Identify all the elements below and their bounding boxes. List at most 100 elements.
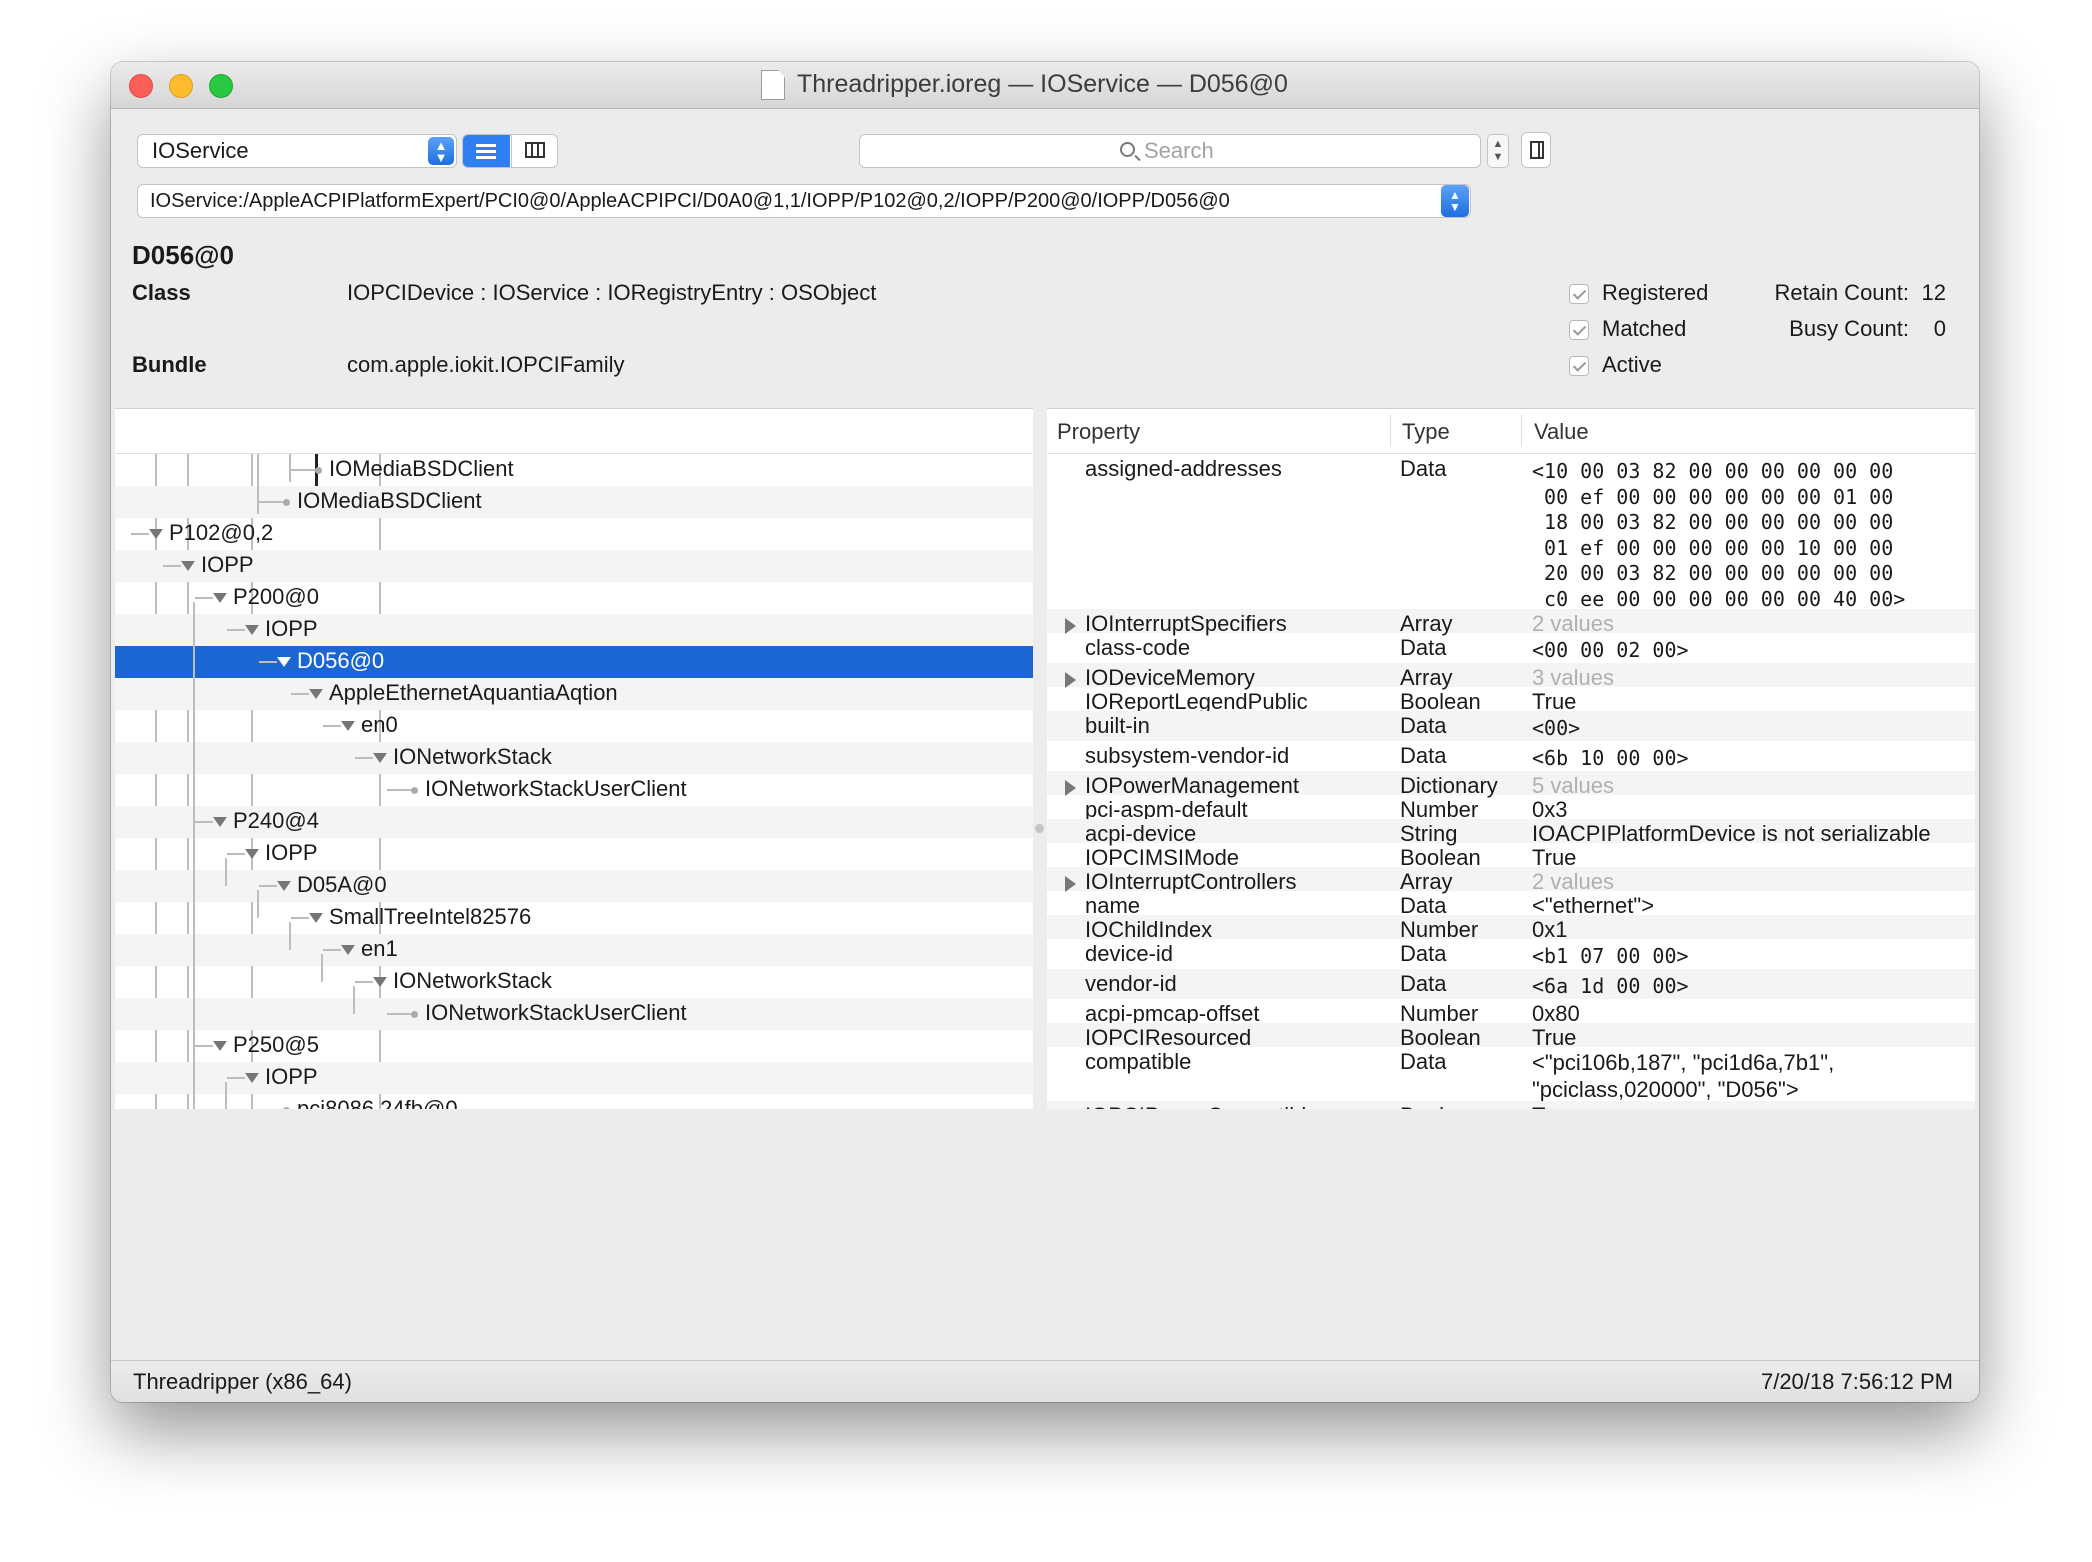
property-row[interactable]: subsystem-vendor-id Data <6b 10 00 00> xyxy=(1047,741,1975,771)
inspector-toggle-button[interactable] xyxy=(1521,132,1551,168)
tree-row[interactable]: SmallTreeIntel82576 xyxy=(115,902,1033,934)
tree-row[interactable]: pci8086,24fb@0 xyxy=(115,1094,1033,1109)
property-row[interactable]: built-in Data <00> xyxy=(1047,711,1975,741)
property-row[interactable]: class-code Data <00 00 02 00> xyxy=(1047,633,1975,663)
disclosure-triangle-icon[interactable] xyxy=(149,529,163,539)
matched-checkbox[interactable] xyxy=(1569,320,1589,340)
property-row[interactable]: acpi-device String IOACPIPlatformDevice is… xyxy=(1047,819,1975,846)
zoom-button[interactable] xyxy=(209,74,233,98)
tree-row[interactable]: IONetworkStackUserClient xyxy=(115,774,1033,806)
column-separator[interactable] xyxy=(1521,415,1522,447)
tree-row[interactable]: P240@4 xyxy=(115,806,1033,838)
property-name: assigned-addresses xyxy=(1085,456,1282,481)
property-type: Data xyxy=(1400,743,1447,768)
property-name: class-code xyxy=(1085,635,1191,660)
column-separator[interactable] xyxy=(1390,415,1391,447)
divider-handle-icon xyxy=(1035,824,1044,833)
tree-row[interactable]: AppleEthernetAquantiaAqtion xyxy=(115,678,1033,710)
tree-row[interactable]: P250@5 xyxy=(115,1030,1033,1062)
tree-row[interactable]: P200@0 xyxy=(115,582,1033,614)
value-column-header[interactable]: Value xyxy=(1534,419,1589,445)
disclosure-triangle-icon[interactable] xyxy=(1065,876,1076,892)
tree-row[interactable]: IOMediaBSDClient xyxy=(115,454,1033,486)
list-view-button[interactable] xyxy=(463,135,510,167)
property-row[interactable]: IOPowerManagement Dictionary 5 values xyxy=(1047,771,1975,798)
property-row[interactable]: assigned-addresses Data <10 00 03 82 00 00… xyxy=(1047,454,1975,611)
tree-row[interactable]: en1 xyxy=(115,934,1033,966)
disclosure-triangle-icon[interactable] xyxy=(277,657,291,667)
property-row[interactable]: IOInterruptControllers Array 2 values xyxy=(1047,867,1975,894)
tree-row[interactable]: IONetworkStackUserClient xyxy=(115,998,1033,1030)
split-view-divider[interactable] xyxy=(1033,408,1047,1108)
minimize-button[interactable] xyxy=(169,74,193,98)
disclosure-triangle-icon[interactable] xyxy=(341,945,355,955)
property-column-header[interactable]: Property xyxy=(1057,419,1140,445)
property-row[interactable]: IOChildIndex Number 0x1 xyxy=(1047,915,1975,942)
tree-row[interactable]: D05A@0 xyxy=(115,870,1033,902)
tree-branch-line xyxy=(225,858,227,886)
property-row[interactable]: pci-aspm-default Number 0x3 xyxy=(1047,795,1975,822)
app-window: Threadripper.ioreg — IOService — D056@0 … xyxy=(111,62,1979,1402)
disclosure-triangle-icon[interactable] xyxy=(341,721,355,731)
property-row[interactable]: compatible Data <"pci106b,187", "pci1d6a,7… xyxy=(1047,1047,1975,1102)
column-view-button[interactable] xyxy=(511,135,557,167)
disclosure-triangle-icon[interactable] xyxy=(1065,780,1076,796)
disclosure-triangle-icon[interactable] xyxy=(309,913,323,923)
property-row[interactable]: vendor-id Data <6a 1d 00 00> xyxy=(1047,969,1975,999)
disclosure-triangle-icon[interactable] xyxy=(245,1073,259,1083)
tree-row[interactable]: IONetworkStack xyxy=(115,966,1033,998)
tree-node-label: IONetworkStack xyxy=(393,744,552,769)
property-row[interactable]: IOPCIMSIMode Boolean True xyxy=(1047,843,1975,870)
tree-branch-line xyxy=(321,954,323,982)
title-bar: Threadripper.ioreg — IOService — D056@0 xyxy=(111,62,1979,109)
tree-row[interactable]: D056@0 xyxy=(115,646,1033,678)
close-button[interactable] xyxy=(129,74,153,98)
tree-row[interactable]: IOPP xyxy=(115,550,1033,582)
disclosure-triangle-icon[interactable] xyxy=(309,689,323,699)
path-chevron-icon[interactable]: ▲ ▼ xyxy=(1441,185,1469,217)
tree-row[interactable]: IOMediaBSDClient xyxy=(115,486,1033,518)
registry-tree[interactable]: IOMediaBSDClient IOMediaBSDClient P102@0,2… xyxy=(115,408,1033,1109)
tree-connector xyxy=(291,469,317,471)
disclosure-triangle-icon[interactable] xyxy=(373,977,387,987)
tree-row[interactable]: IOPP xyxy=(115,614,1033,646)
disclosure-triangle-icon[interactable] xyxy=(277,881,291,891)
path-popup[interactable]: IOService:/AppleACPIPlatformExpert/PCI0@… xyxy=(137,184,1471,218)
plane-popup[interactable]: IOService ▲ ▼ xyxy=(137,134,457,168)
property-row[interactable]: IOPCIResourced Boolean True xyxy=(1047,1023,1975,1050)
tree-branch-line xyxy=(289,454,291,482)
tree-row[interactable]: IONetworkStack xyxy=(115,742,1033,774)
disclosure-triangle-icon[interactable] xyxy=(245,849,259,859)
property-row[interactable]: name Data <"ethernet"> xyxy=(1047,891,1975,918)
active-checkbox[interactable] xyxy=(1569,356,1589,376)
disclosure-triangle-icon[interactable] xyxy=(213,1041,227,1051)
disclosure-triangle-icon[interactable] xyxy=(373,753,387,763)
property-row[interactable]: IOInterruptSpecifiers Array 2 values xyxy=(1047,609,1975,636)
disclosure-triangle-icon[interactable] xyxy=(245,625,259,635)
registered-checkbox[interactable] xyxy=(1569,284,1589,304)
tree-row[interactable]: IOPP xyxy=(115,1062,1033,1094)
property-type: Data xyxy=(1400,713,1447,738)
status-bar: Threadripper (x86_64) 7/20/18 7:56:12 PM xyxy=(111,1360,1979,1402)
property-row[interactable]: IOReportLegendPublic Boolean True xyxy=(1047,687,1975,714)
tree-row[interactable]: P102@0,2 xyxy=(115,518,1033,550)
property-row[interactable]: acpi-pmcap-offset Number 0x80 xyxy=(1047,999,1975,1026)
tree-row[interactable]: en0 xyxy=(115,710,1033,742)
tree-node-label: SmallTreeIntel82576 xyxy=(329,904,532,929)
properties-table[interactable]: Property Type Value assigned-addresses Da… xyxy=(1047,408,1975,1109)
disclosure-triangle-icon[interactable] xyxy=(213,593,227,603)
type-column-header[interactable]: Type xyxy=(1402,419,1450,445)
disclosure-triangle-icon[interactable] xyxy=(213,817,227,827)
disclosure-triangle-icon[interactable] xyxy=(1065,618,1076,634)
property-row[interactable]: IODeviceMemory Array 3 values xyxy=(1047,663,1975,690)
tree-row[interactable]: IOPP xyxy=(115,838,1033,870)
property-row[interactable]: device-id Data <b1 07 00 00> xyxy=(1047,939,1975,969)
disclosure-triangle-icon[interactable] xyxy=(181,561,195,571)
search-options-stepper[interactable]: ▲ ▼ xyxy=(1487,134,1509,168)
tree-node-label: IONetworkStackUserClient xyxy=(425,1000,687,1025)
disclosure-triangle-icon[interactable] xyxy=(1065,672,1076,688)
tree-node-label: D056@0 xyxy=(297,648,385,673)
search-field[interactable]: Search xyxy=(859,134,1481,168)
property-row[interactable]: IOPCIPauseCompatible Boolean True xyxy=(1047,1101,1975,1109)
tree-connector xyxy=(259,661,277,663)
